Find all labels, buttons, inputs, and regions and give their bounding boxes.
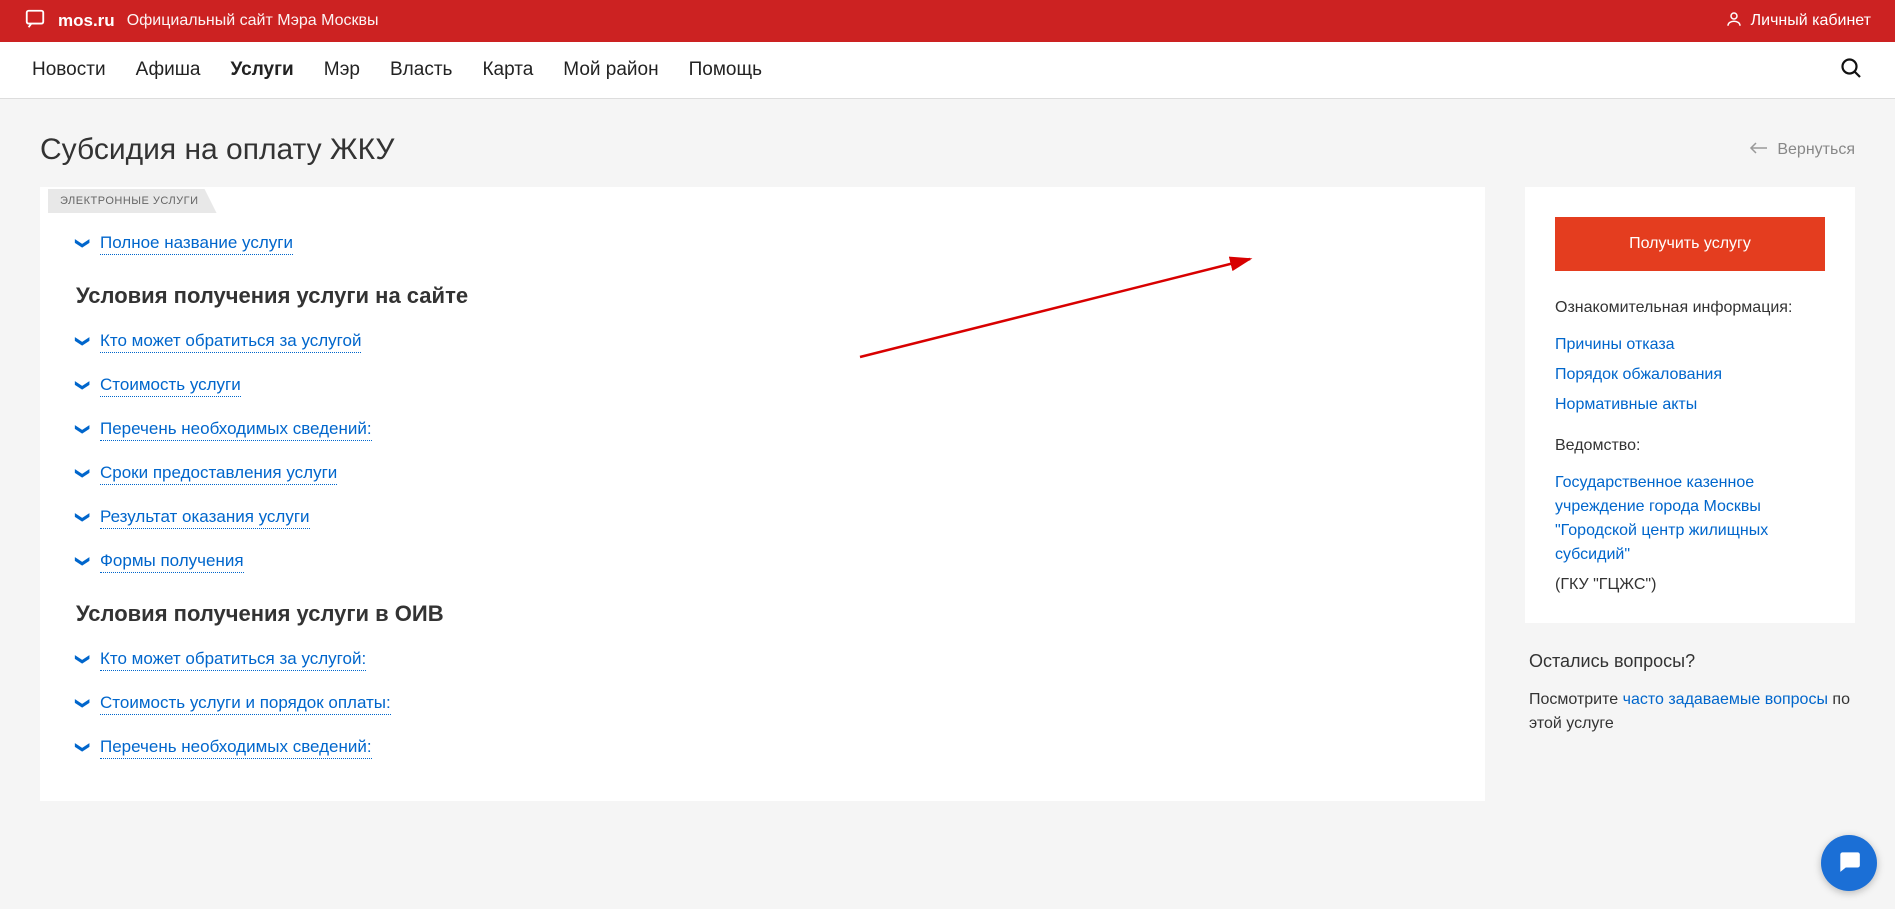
collapsible-who-oiv[interactable]: ❯ Кто может обратиться за услугой: — [76, 649, 1449, 671]
faq-text: Посмотрите часто задаваемые вопросы по э… — [1529, 688, 1851, 736]
agency-link[interactable]: Государственное казенное учреждение горо… — [1555, 471, 1825, 567]
collapsible-cost-site[interactable]: ❯ Стоимость услуги — [76, 375, 1449, 397]
side-panel: Получить услугу Ознакомительная информац… — [1525, 187, 1855, 801]
chevron-down-icon: ❯ — [75, 741, 92, 755]
back-link[interactable]: Вернуться — [1749, 141, 1855, 159]
collapsible-label: Стоимость услуги — [100, 375, 241, 397]
chevron-down-icon: ❯ — [75, 697, 92, 711]
collapsible-label: Стоимость услуги и порядок оплаты: — [100, 693, 391, 715]
section-top: ❯ Полное название услуги Условия получен… — [40, 233, 1485, 759]
collapsible-label: Полное название услуги — [100, 233, 293, 255]
arrow-left-icon — [1749, 141, 1769, 159]
site-tagline: Официальный сайт Мэра Москвы — [127, 12, 379, 30]
chevron-down-icon: ❯ — [75, 467, 92, 481]
collapsible-label: Сроки предоставления услуги — [100, 463, 337, 485]
chevron-down-icon: ❯ — [75, 423, 92, 437]
agency-note: (ГКУ "ГЦЖС") — [1555, 573, 1825, 597]
collapsible-result-site[interactable]: ❯ Результат оказания услуги — [76, 507, 1449, 529]
faq-heading: Остались вопросы? — [1529, 651, 1851, 672]
agency-group: Ведомство: Государственное казенное учре… — [1555, 437, 1825, 597]
page-header: Субсидия на оплату ЖКУ Вернуться — [40, 133, 1855, 167]
collapsible-who-site[interactable]: ❯ Кто может обратиться за услугой — [76, 331, 1449, 353]
nav-item-news[interactable]: Новости — [32, 59, 106, 81]
topbar-left: mos.ru Официальный сайт Мэра Москвы — [24, 8, 379, 35]
collapsible-label: Перечень необходимых сведений: — [100, 419, 372, 441]
navbar: Новости Афиша Услуги Мэр Власть Карта Мо… — [0, 42, 1895, 99]
section-heading-oiv: Условия получения услуги в ОИВ — [76, 601, 1449, 627]
collapsible-label: Перечень необходимых сведений: — [100, 737, 372, 759]
logo-icon[interactable] — [24, 8, 46, 35]
collapsible-docs-site[interactable]: ❯ Перечень необходимых сведений: — [76, 419, 1449, 441]
agency-heading: Ведомство: — [1555, 437, 1825, 455]
info-group: Ознакомительная информация: Причины отка… — [1555, 299, 1825, 417]
collapsible-cost-oiv[interactable]: ❯ Стоимость услуги и порядок оплаты: — [76, 693, 1449, 715]
back-label: Вернуться — [1777, 141, 1855, 159]
nav-item-mayor[interactable]: Мэр — [324, 59, 360, 81]
chat-icon — [1836, 848, 1862, 879]
chevron-down-icon: ❯ — [75, 555, 92, 569]
nav-items: Новости Афиша Услуги Мэр Власть Карта Мо… — [32, 59, 762, 81]
collapsible-label: Результат оказания услуги — [100, 507, 310, 529]
chevron-down-icon: ❯ — [75, 237, 92, 251]
site-name[interactable]: mos.ru — [58, 11, 115, 31]
collapsible-docs-oiv[interactable]: ❯ Перечень необходимых сведений: — [76, 737, 1449, 759]
collapsible-label: Формы получения — [100, 551, 244, 573]
nav-item-help[interactable]: Помощь — [689, 59, 762, 81]
page-title: Субсидия на оплату ЖКУ — [40, 133, 394, 167]
columns: ЭЛЕКТРОННЫЕ УСЛУГИ ❯ Полное название усл… — [40, 187, 1855, 801]
info-heading: Ознакомительная информация: — [1555, 299, 1825, 317]
nav-item-gov[interactable]: Власть — [390, 59, 452, 81]
nav-item-map[interactable]: Карта — [482, 59, 533, 81]
faq-block: Остались вопросы? Посмотрите часто задав… — [1525, 651, 1855, 736]
chevron-down-icon: ❯ — [75, 511, 92, 525]
collapsible-label: Кто может обратиться за услугой: — [100, 649, 366, 671]
nav-item-district[interactable]: Мой район — [563, 59, 658, 81]
chevron-down-icon: ❯ — [75, 653, 92, 667]
tab-badge[interactable]: ЭЛЕКТРОННЫЕ УСЛУГИ — [48, 189, 217, 213]
search-icon[interactable] — [1839, 56, 1863, 85]
get-service-button[interactable]: Получить услугу — [1555, 217, 1825, 271]
user-icon — [1725, 10, 1743, 33]
collapsible-timing-site[interactable]: ❯ Сроки предоставления услуги — [76, 463, 1449, 485]
link-appeal[interactable]: Порядок обжалования — [1555, 363, 1825, 387]
collapsible-label: Кто может обратиться за услугой — [100, 331, 361, 353]
faq-prefix: Посмотрите — [1529, 691, 1623, 708]
nav-item-events[interactable]: Афиша — [136, 59, 201, 81]
account-link[interactable]: Личный кабинет — [1725, 10, 1871, 33]
collapsible-forms-site[interactable]: ❯ Формы получения — [76, 551, 1449, 573]
collapsible-full-name[interactable]: ❯ Полное название услуги — [76, 233, 1449, 255]
chevron-down-icon: ❯ — [75, 379, 92, 393]
side-card: Получить услугу Ознакомительная информац… — [1525, 187, 1855, 623]
link-refusal[interactable]: Причины отказа — [1555, 333, 1825, 357]
nav-item-services[interactable]: Услуги — [231, 59, 294, 81]
section-heading-site: Условия получения услуги на сайте — [76, 283, 1449, 309]
topbar: mos.ru Официальный сайт Мэра Москвы Личн… — [0, 0, 1895, 42]
main-panel: ЭЛЕКТРОННЫЕ УСЛУГИ ❯ Полное название усл… — [40, 187, 1485, 801]
link-regulations[interactable]: Нормативные акты — [1555, 393, 1825, 417]
chat-button[interactable] — [1821, 835, 1877, 891]
account-label: Личный кабинет — [1751, 12, 1871, 30]
page: Субсидия на оплату ЖКУ Вернуться ЭЛЕКТРО… — [0, 99, 1895, 801]
chevron-down-icon: ❯ — [75, 335, 92, 349]
faq-link[interactable]: часто задаваемые вопросы — [1623, 691, 1828, 708]
